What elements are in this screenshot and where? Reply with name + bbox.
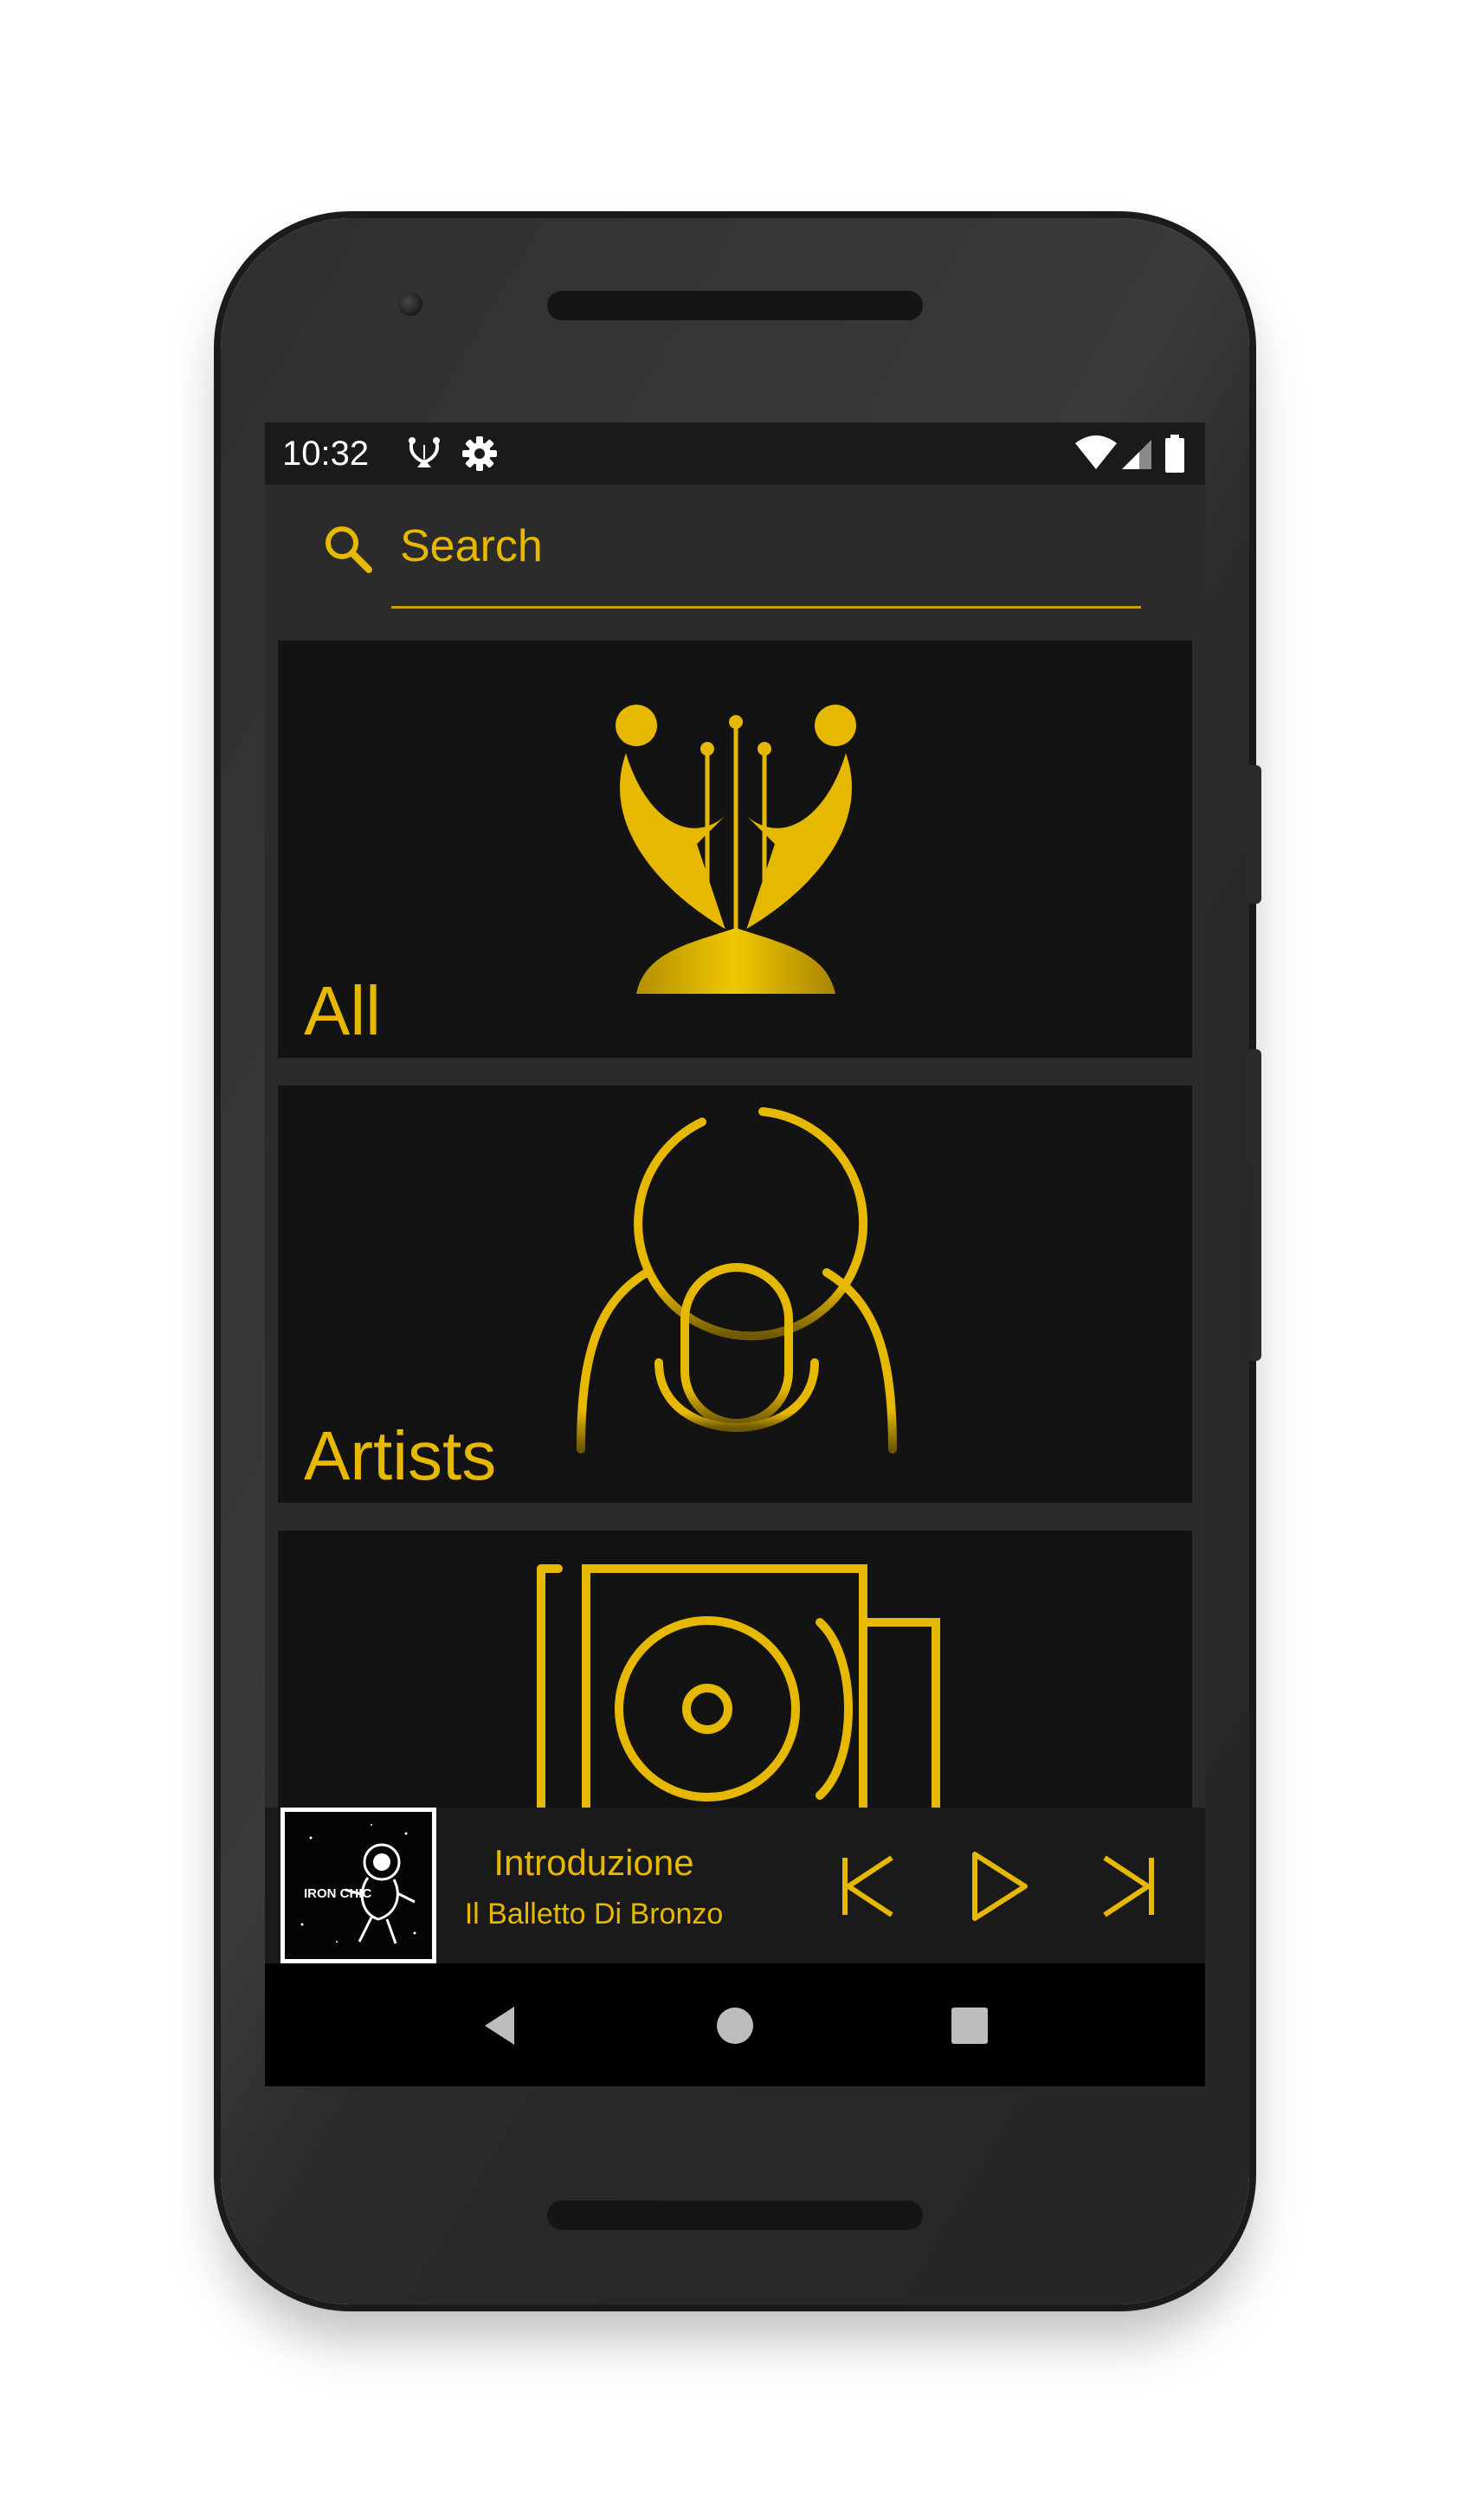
- microphone-person-icon: [577, 1107, 897, 1488]
- status-time: 10:32: [282, 435, 370, 473]
- now-playing-bar[interactable]: IRON CHIC Introduzione Il Balletto Di Br…: [265, 1808, 1205, 1963]
- bottom-speaker: [547, 2201, 923, 2230]
- category-label: Artists: [304, 1417, 497, 1494]
- volume-button: [1249, 1049, 1261, 1361]
- battery-icon: [1165, 435, 1184, 473]
- category-all-card[interactable]: All: [278, 641, 1192, 1058]
- app-screen: 10:32 Search All Artists IRON CHIC Intro…: [265, 422, 1205, 2086]
- power-button: [1249, 765, 1261, 904]
- wifi-icon: [1075, 435, 1117, 469]
- back-icon[interactable]: [476, 2001, 525, 2050]
- category-albums-card[interactable]: [278, 1531, 1192, 1816]
- signal-icon: [1122, 440, 1151, 469]
- top-speaker: [547, 291, 923, 320]
- skip-previous-icon[interactable]: [829, 1847, 907, 1925]
- track-artist: Il Balletto Di Bronzo: [464, 1898, 724, 1930]
- navigation-bar: [265, 1963, 1205, 2086]
- search-input[interactable]: [386, 516, 1136, 577]
- status-bar: 10:32: [265, 422, 1205, 485]
- gear-icon: [462, 436, 497, 471]
- category-artists-card[interactable]: Artists: [278, 1086, 1192, 1503]
- recents-icon[interactable]: [945, 2001, 994, 2050]
- search-underline: [391, 606, 1141, 609]
- search-icon[interactable]: [320, 521, 376, 577]
- astronaut-image: [300, 1824, 416, 1944]
- album-disc-icon: [537, 1564, 940, 1816]
- lyre-app-icon: [409, 437, 440, 467]
- home-icon[interactable]: [711, 2001, 759, 2050]
- album-art-text: IRON CHIC: [304, 1886, 372, 1901]
- category-label: All: [304, 972, 381, 1049]
- track-title: Introduzione: [493, 1842, 694, 1883]
- search-bar: [265, 485, 1205, 641]
- screenshot-stage: 10:32 Search All Artists IRON CHIC Intro…: [0, 0, 1470, 2520]
- play-icon[interactable]: [959, 1847, 1037, 1925]
- album-art[interactable]: IRON CHIC: [280, 1808, 436, 1963]
- skip-next-icon[interactable]: [1089, 1847, 1167, 1925]
- front-camera: [398, 292, 422, 316]
- lyre-icon: [616, 705, 856, 994]
